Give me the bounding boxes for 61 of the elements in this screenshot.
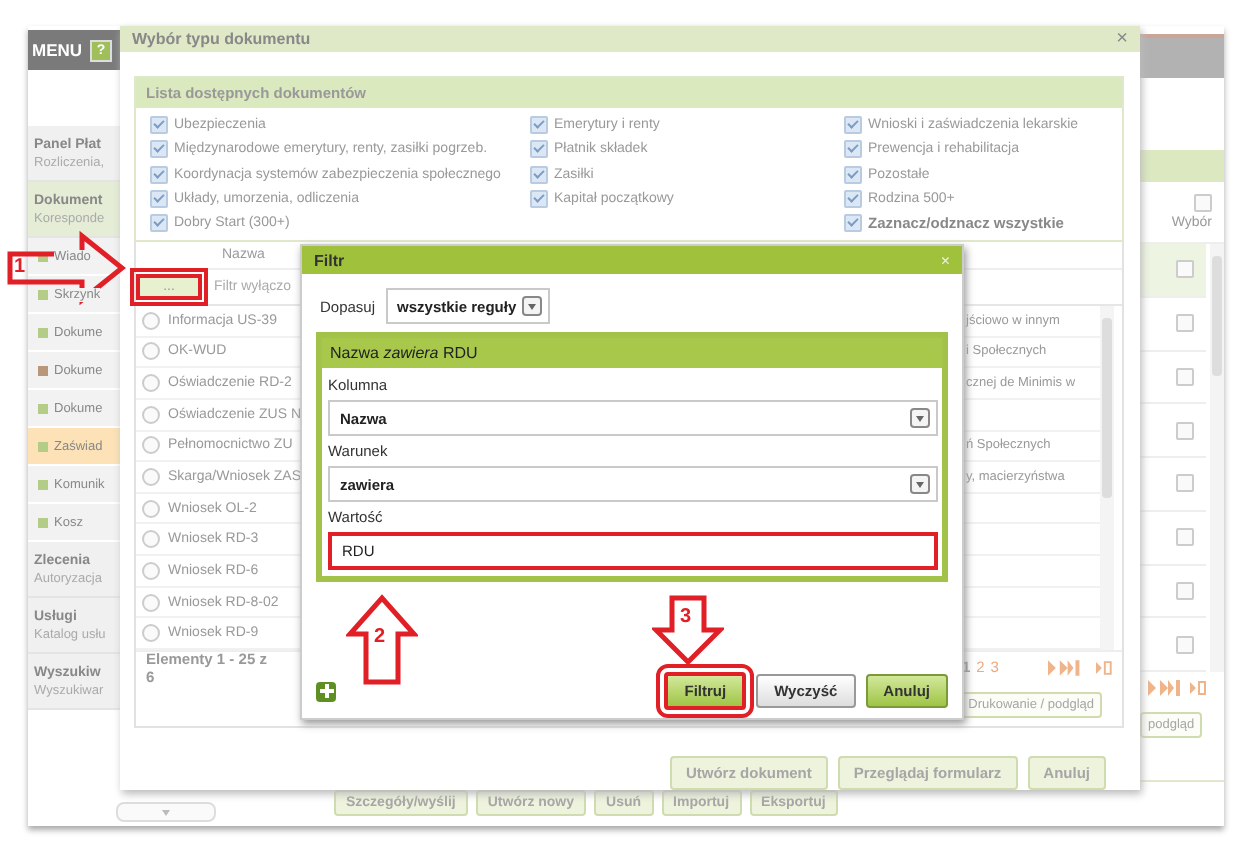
refresh-icon[interactable]	[1096, 659, 1112, 675]
annotation-arrow	[6, 230, 126, 306]
scroll-down-button[interactable]	[116, 802, 216, 822]
checkbox[interactable]	[150, 140, 168, 159]
menu-title: MENU	[32, 40, 83, 60]
checkbox[interactable]	[1176, 314, 1194, 333]
dropdown-icon	[910, 474, 930, 494]
radio-button[interactable]	[142, 311, 160, 330]
radio-button[interactable]	[142, 436, 160, 455]
checkbox[interactable]	[1194, 194, 1212, 212]
rule-summary: Nazwa zawiera RDU	[330, 344, 478, 362]
add-rule-button[interactable]	[316, 681, 336, 701]
dropdown-icon	[521, 296, 542, 316]
scrollbar[interactable]	[1100, 306, 1114, 650]
checkbox[interactable]	[844, 214, 862, 233]
step-number: 2	[374, 626, 386, 648]
checkbox[interactable]	[1176, 581, 1194, 600]
radio-button[interactable]	[142, 374, 160, 393]
checkbox[interactable]	[844, 140, 862, 159]
next-page-icon[interactable]	[1148, 680, 1180, 696]
dropdown-icon	[910, 408, 930, 428]
checkbox[interactable]	[1176, 474, 1194, 493]
checkbox[interactable]	[1176, 260, 1194, 279]
dialog-title: Filtr	[314, 251, 347, 269]
caret-icon	[162, 809, 170, 815]
annotation-arrow	[652, 594, 724, 666]
checkbox[interactable]	[150, 189, 168, 208]
checkbox[interactable]	[844, 189, 862, 208]
radio-button[interactable]	[142, 405, 160, 424]
dialog-title: Wybór typu dokumentu	[132, 30, 313, 49]
checkbox[interactable]	[844, 165, 862, 184]
radio-button[interactable]	[142, 530, 160, 549]
refresh-icon[interactable]	[1190, 680, 1206, 696]
radio-button[interactable]	[142, 342, 160, 361]
checkbox[interactable]	[1176, 421, 1194, 440]
checkbox[interactable]	[150, 165, 168, 184]
step-number: 3	[680, 606, 692, 628]
checkbox[interactable]	[1176, 635, 1194, 654]
close-button[interactable]: ×	[940, 251, 950, 269]
next-page-icon[interactable]	[1048, 659, 1081, 675]
plus-icon	[319, 684, 333, 698]
radio-button[interactable]	[142, 499, 160, 518]
radio-button[interactable]	[142, 468, 160, 487]
checkbox[interactable]	[1176, 528, 1194, 547]
checkbox[interactable]	[530, 115, 548, 134]
scrollbar[interactable]	[1210, 244, 1224, 672]
checkbox[interactable]	[530, 140, 548, 159]
checkbox[interactable]	[150, 214, 168, 233]
checkbox[interactable]	[530, 165, 548, 184]
step-number: 1	[14, 256, 26, 278]
annotation-arrow	[346, 594, 418, 686]
checkbox[interactable]	[530, 189, 548, 208]
checkbox[interactable]	[1176, 367, 1194, 386]
radio-button[interactable]	[142, 593, 160, 612]
table-row[interactable]	[1140, 244, 1206, 298]
panel-header	[1140, 150, 1224, 182]
radio-button[interactable]	[142, 624, 160, 643]
checkbox[interactable]	[844, 115, 862, 134]
radio-button[interactable]	[142, 561, 160, 580]
close-button[interactable]: ×	[1116, 28, 1128, 51]
checkbox[interactable]	[150, 115, 168, 134]
